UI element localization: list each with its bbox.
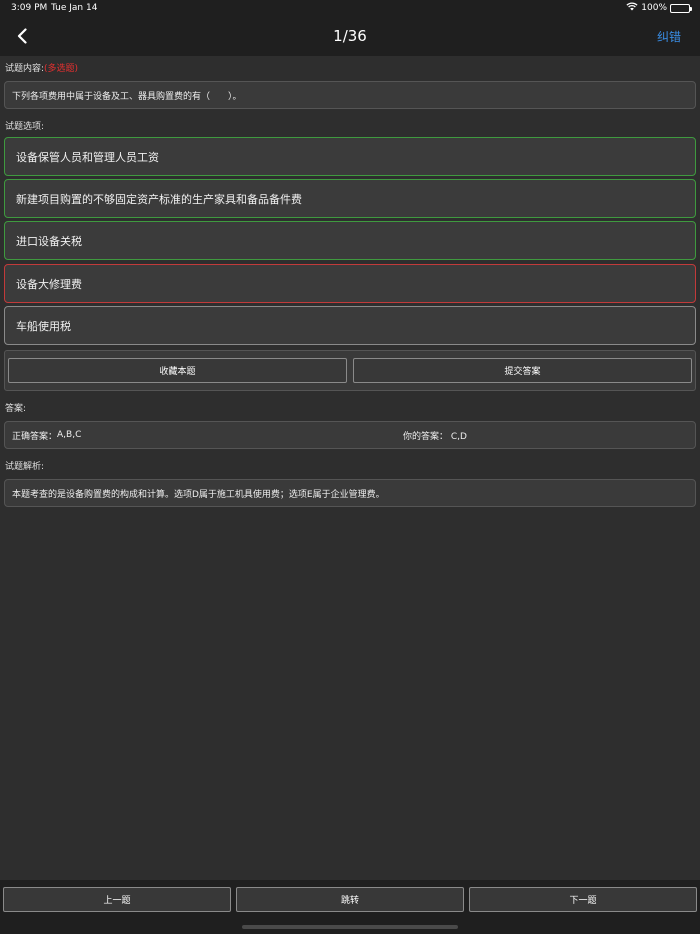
answer-box: 正确答案： A,B,C 你的答案： C,D — [4, 421, 696, 449]
back-button[interactable] — [10, 24, 34, 48]
status-time: 3:09 PM — [11, 3, 48, 13]
option-d[interactable]: 设备大修理费 — [4, 264, 696, 303]
correct-answer-value: A,B,C — [57, 430, 82, 440]
option-a[interactable]: 设备保管人员和管理人员工资 — [4, 137, 696, 176]
status-right: 100% — [626, 2, 692, 14]
favorite-button[interactable]: 收藏本题 — [8, 358, 347, 383]
battery-percent: 100% — [641, 3, 667, 13]
battery-icon — [670, 3, 692, 13]
your-answer: 你的答案： C,D — [403, 429, 467, 442]
options-section-label: 试题选项: — [5, 122, 45, 132]
option-text: 新建项目购置的不够固定资产标准的生产家具和备品备件费 — [16, 192, 302, 206]
status-date: Tue Jan 14 — [51, 3, 98, 13]
option-e[interactable]: 车船使用税 — [4, 306, 696, 345]
status-bar: 3:09 PM Tue Jan 14 100% — [0, 0, 700, 16]
nav-bar: 1/36 纠错 — [0, 16, 700, 56]
question-text: 下列各项费用中属于设备及工、器具购置费的有（ ）。 — [12, 91, 242, 102]
option-text: 车船使用税 — [16, 319, 71, 333]
analysis-text: 本题考查的是设备购置费的构成和计算。选项D属于施工机具使用费；选项E属于企业管理… — [12, 489, 385, 500]
option-c[interactable]: 进口设备关税 — [4, 221, 696, 260]
question-text-box: 下列各项费用中属于设备及工、器具购置费的有（ ）。 — [4, 81, 696, 109]
your-answer-value: C,D — [450, 431, 467, 442]
option-text: 进口设备关税 — [16, 234, 82, 248]
action-panel: 收藏本题 提交答案 — [4, 350, 696, 391]
home-indicator — [242, 925, 458, 929]
chevron-left-icon — [17, 28, 27, 44]
submit-answer-button[interactable]: 提交答案 — [353, 358, 692, 383]
correct-answer-label: 正确答案： — [12, 431, 58, 442]
answer-section-label: 答案: — [5, 404, 27, 414]
question-label: 试题内容: — [5, 64, 45, 74]
next-question-button[interactable]: 下一题 — [469, 887, 697, 912]
question-section-label: 试题内容:(多选题) — [5, 61, 78, 74]
previous-question-button[interactable]: 上一题 — [3, 887, 231, 912]
your-answer-label: 你的答案： — [403, 431, 449, 442]
option-text: 设备大修理费 — [16, 277, 82, 291]
analysis-section-label: 试题解析: — [5, 462, 45, 472]
analysis-box: 本题考查的是设备购置费的构成和计算。选项D属于施工机具使用费；选项E属于企业管理… — [4, 479, 696, 507]
wifi-icon — [626, 2, 638, 14]
report-error-button[interactable]: 纠错 — [657, 28, 681, 45]
page-title: 1/36 — [333, 27, 367, 45]
question-type-tag: (多选题) — [44, 64, 79, 74]
option-text: 设备保管人员和管理人员工资 — [16, 150, 159, 164]
option-b[interactable]: 新建项目购置的不够固定资产标准的生产家具和备品备件费 — [4, 179, 696, 218]
jump-button[interactable]: 跳转 — [236, 887, 464, 912]
